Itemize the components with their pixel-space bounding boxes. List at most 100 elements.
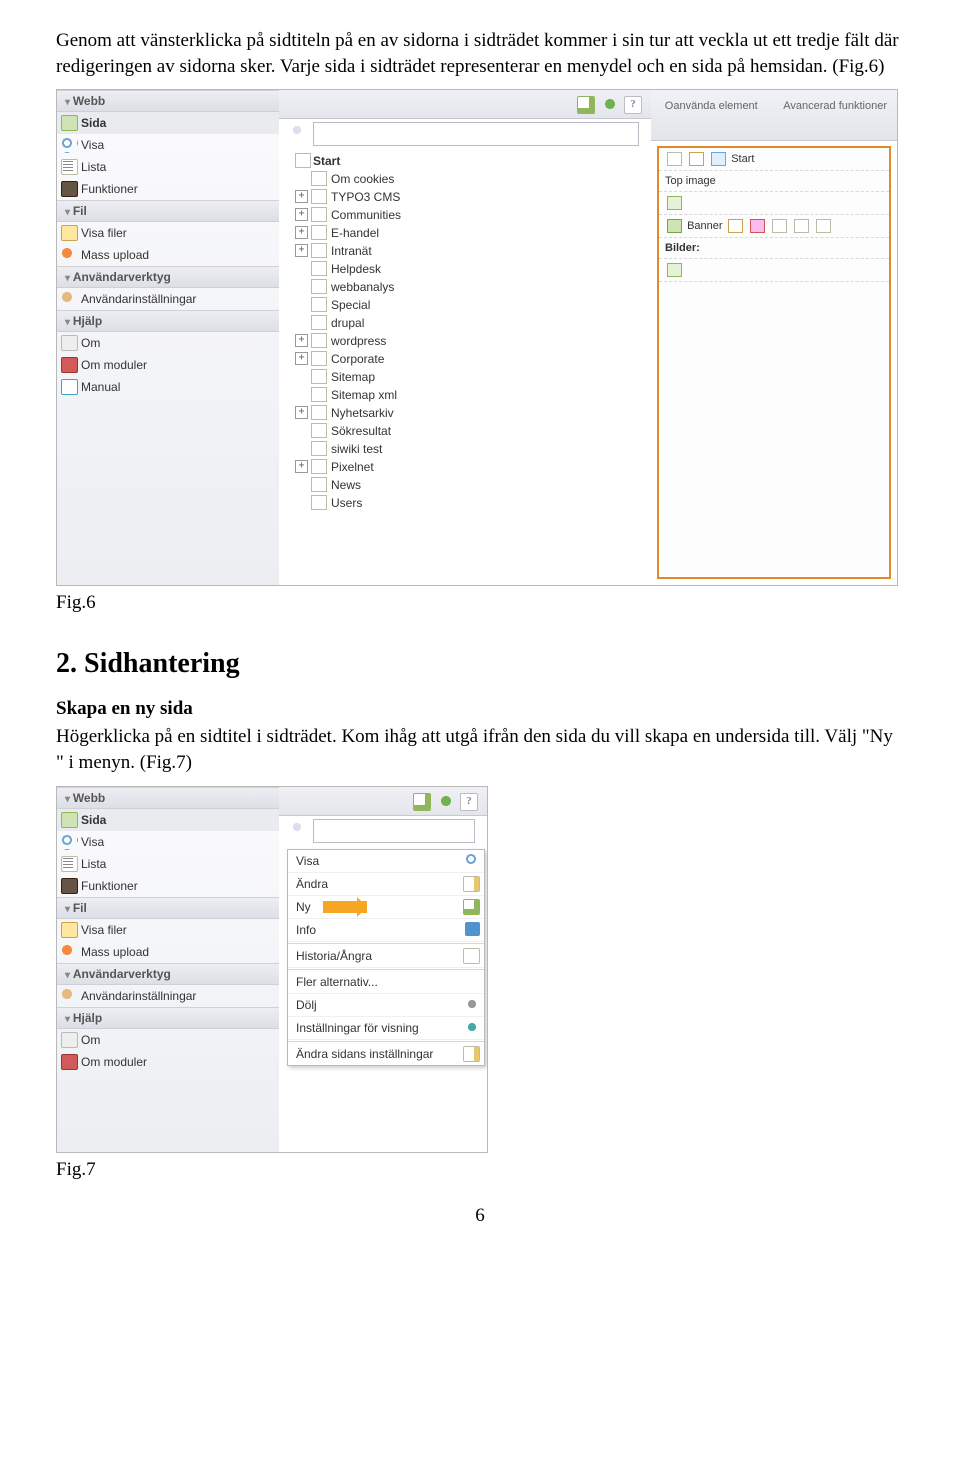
tree-node-label[interactable]: Nyhetsarkiv	[331, 406, 394, 420]
context-menu-item[interactable]: Ny	[288, 896, 484, 919]
page-tree[interactable]: −StartOm cookies+TYPO3 CMS+Communities+E…	[291, 152, 641, 579]
sidebar-item[interactable]: Funktioner	[57, 875, 279, 897]
context-menu[interactable]: VisaÄndraNyInfo Historia/Ångra Fler altern…	[287, 849, 485, 1066]
sidebar-item[interactable]: Mass upload	[57, 941, 279, 963]
tree-node-label[interactable]: Intranät	[331, 244, 372, 258]
expand-icon[interactable]: +	[295, 460, 308, 473]
tree-node[interactable]: + Pixelnet	[291, 458, 641, 476]
tree-node[interactable]: Special	[291, 296, 641, 314]
expand-icon[interactable]: +	[295, 406, 308, 419]
tree-node[interactable]: Sitemap xml	[291, 386, 641, 404]
add-content-icon[interactable]	[667, 263, 682, 277]
refresh-icon[interactable]	[438, 793, 454, 809]
delete-icon[interactable]	[816, 219, 831, 233]
help-icon[interactable]: ?	[624, 96, 642, 114]
sidebar-item[interactable]: Lista	[57, 156, 279, 178]
tree-node-label[interactable]: Special	[331, 298, 370, 312]
tree-node[interactable]: + Intranät	[291, 242, 641, 260]
view-icon[interactable]	[711, 152, 726, 166]
tree-node[interactable]: siwiki test	[291, 440, 641, 458]
sidebar-section[interactable]: Hjälp	[57, 310, 279, 332]
content-row-banner[interactable]: Banner	[659, 215, 889, 238]
sidebar-section[interactable]: Fil	[57, 897, 279, 919]
tree-node[interactable]: Sökresultat	[291, 422, 641, 440]
sidebar-section[interactable]: Hjälp	[57, 1007, 279, 1029]
expand-icon[interactable]: +	[295, 352, 308, 365]
sidebar-item[interactable]: Om	[57, 332, 279, 354]
expand-icon[interactable]: +	[295, 244, 308, 257]
tree-node[interactable]: News	[291, 476, 641, 494]
tree-search-input[interactable]	[313, 122, 639, 146]
new-page-icon[interactable]	[413, 793, 431, 811]
tree-node-label[interactable]: News	[331, 478, 361, 492]
tab-unused-elements[interactable]: Oanvända element	[651, 90, 772, 123]
content-row-new1[interactable]	[659, 192, 889, 215]
expand-icon[interactable]: +	[295, 190, 308, 203]
sidebar-item[interactable]: Mass upload	[57, 244, 279, 266]
new-page-icon[interactable]	[577, 96, 595, 114]
tree-node-label[interactable]: Pixelnet	[331, 460, 374, 474]
sidebar-item[interactable]: Visa filer	[57, 919, 279, 941]
tree-node[interactable]: + Nyhetsarkiv	[291, 404, 641, 422]
expand-icon[interactable]: +	[295, 334, 308, 347]
tree-node[interactable]: Sitemap	[291, 368, 641, 386]
context-menu-item[interactable]: Info	[288, 919, 484, 942]
sidebar-item[interactable]: Användarinställningar	[57, 288, 279, 310]
tree-node[interactable]: + E-handel	[291, 224, 641, 242]
cut-icon[interactable]	[794, 219, 809, 233]
context-menu-item[interactable]: Inställningar för visning	[288, 1017, 484, 1040]
tree-node-label[interactable]: Sitemap	[331, 370, 375, 384]
sidebar-item[interactable]: Manual	[57, 376, 279, 398]
tree-node-label[interactable]: webbanalys	[331, 280, 394, 294]
tree-node-label[interactable]: Sökresultat	[331, 424, 391, 438]
sidebar-item[interactable]: Lista	[57, 853, 279, 875]
context-menu-item[interactable]: Ändra sidans inställningar	[288, 1043, 484, 1065]
tree-node[interactable]: Users	[291, 494, 641, 512]
sidebar-item[interactable]: Sida	[57, 809, 279, 831]
sidebar-section[interactable]: Webb	[57, 90, 279, 112]
filter-icon[interactable]	[287, 821, 307, 841]
sidebar-item[interactable]: Funktioner	[57, 178, 279, 200]
tree-node-label[interactable]: Start	[313, 154, 340, 168]
tree-node[interactable]: drupal	[291, 314, 641, 332]
tree-node[interactable]: + wordpress	[291, 332, 641, 350]
copy-icon[interactable]	[772, 219, 787, 233]
tree-node-label[interactable]: wordpress	[331, 334, 386, 348]
tree-node-label[interactable]: siwiki test	[331, 442, 382, 456]
expand-icon[interactable]: +	[295, 208, 308, 221]
tree-node[interactable]: Om cookies	[291, 170, 641, 188]
help-icon[interactable]: ?	[460, 793, 478, 811]
tree-node[interactable]: Helpdesk	[291, 260, 641, 278]
sidebar-item[interactable]: Visa	[57, 134, 279, 156]
context-menu-item[interactable]: Ändra	[288, 873, 484, 896]
sidebar-section[interactable]: Fil	[57, 200, 279, 222]
tree-node[interactable]: + Communities	[291, 206, 641, 224]
tree-node-label[interactable]: drupal	[331, 316, 364, 330]
tab-advanced-functions[interactable]: Avancerad funktioner	[775, 90, 896, 123]
refresh-icon[interactable]	[602, 96, 618, 112]
context-menu-item[interactable]: Fler alternativ...	[288, 971, 484, 994]
sidebar-item[interactable]: Om moduler	[57, 1051, 279, 1073]
sidebar-item[interactable]: Om moduler	[57, 354, 279, 376]
tree-node[interactable]: +TYPO3 CMS	[291, 188, 641, 206]
expand-icon[interactable]: +	[295, 226, 308, 239]
disable-icon[interactable]	[750, 219, 765, 233]
tree-node-label[interactable]: Users	[331, 496, 362, 510]
tree-node-label[interactable]: E-handel	[331, 226, 379, 240]
sidebar-section[interactable]: Användarverktyg	[57, 963, 279, 985]
filter-icon[interactable]	[287, 124, 307, 144]
tree-node-label[interactable]: Communities	[331, 208, 401, 222]
sidebar-section[interactable]: Användarverktyg	[57, 266, 279, 288]
add-content-icon[interactable]	[667, 196, 682, 210]
sidebar-item[interactable]: Sida	[57, 112, 279, 134]
sidebar-section[interactable]: Webb	[57, 787, 279, 809]
sidebar-item[interactable]: Om	[57, 1029, 279, 1051]
context-menu-item[interactable]: Dölj	[288, 994, 484, 1017]
tree-node[interactable]: +Corporate	[291, 350, 641, 368]
context-menu-item[interactable]: Visa	[288, 850, 484, 873]
tree-node-label[interactable]: Om cookies	[331, 172, 394, 186]
tree-search-input[interactable]	[313, 819, 475, 843]
edit-icon[interactable]	[728, 219, 743, 233]
edit-icon[interactable]	[689, 152, 704, 166]
context-menu-item[interactable]: Historia/Ångra	[288, 945, 484, 968]
